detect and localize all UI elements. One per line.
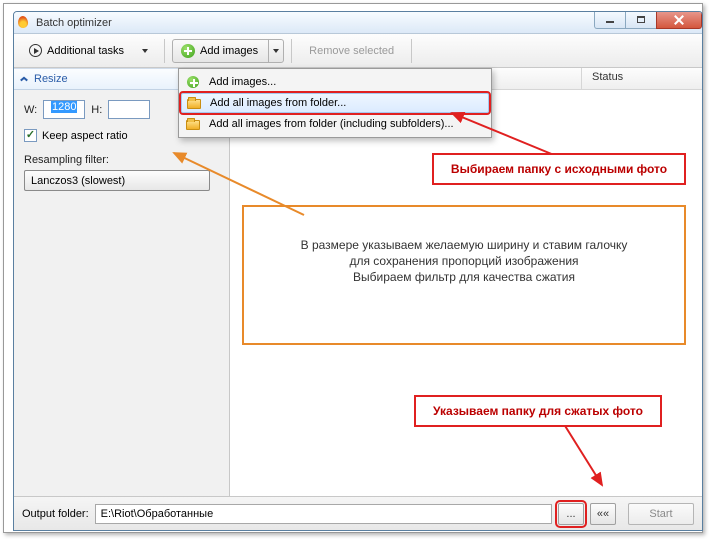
back-button[interactable]: «« — [590, 503, 616, 525]
minimize-button[interactable] — [594, 11, 626, 29]
browse-button[interactable]: ... — [558, 503, 584, 525]
folder-icon — [185, 116, 201, 132]
separator — [411, 39, 412, 63]
add-images-dropdown[interactable] — [268, 39, 284, 63]
chevron-up-icon — [20, 75, 28, 83]
width-label: W: — [24, 104, 37, 116]
output-folder-label: Output folder: — [22, 508, 89, 520]
toolbar: Additional tasks Add images Remove selec… — [14, 34, 702, 68]
add-images-button[interactable]: Add images — [172, 39, 269, 63]
chevron-down-icon — [142, 49, 148, 53]
keep-aspect-checkbox[interactable] — [24, 129, 37, 142]
play-icon — [29, 44, 42, 57]
menu-add-from-folder-recursive[interactable]: Add all images from folder (including su… — [181, 113, 489, 135]
close-button[interactable] — [656, 11, 702, 29]
window-title: Batch optimizer — [36, 17, 112, 29]
resampling-filter-label: Resampling filter: — [24, 154, 219, 166]
remove-selected-button[interactable]: Remove selected — [299, 45, 404, 57]
annotation-2: В размере указываем желаемую ширину и ст… — [244, 207, 684, 343]
folder-icon — [186, 95, 202, 111]
resampling-filter-value: Lanczos3 (slowest) — [31, 175, 125, 187]
add-images-menu: Add images... Add all images from folder… — [178, 68, 492, 138]
window: Batch optimizer Additional tasks Add ima… — [13, 11, 703, 531]
keep-aspect-label: Keep aspect ratio — [42, 130, 128, 142]
height-label: H: — [91, 104, 102, 116]
chevron-down-icon — [273, 49, 279, 53]
width-input[interactable]: 1280 — [43, 100, 85, 119]
separator — [291, 39, 292, 63]
output-folder-input[interactable]: E:\Riot\Обработанные — [95, 504, 552, 524]
annotation-1: Выбираем папку с исходными фото — [432, 153, 686, 185]
titlebar: Batch optimizer — [14, 12, 702, 34]
additional-tasks-label: Additional tasks — [47, 45, 124, 57]
menu-add-from-folder[interactable]: Add all images from folder... — [181, 93, 489, 113]
plus-icon — [181, 44, 195, 58]
annotation-3: Указываем папку для сжатых фото — [414, 395, 662, 427]
plus-icon — [185, 74, 201, 90]
screenshot-frame: Batch optimizer Additional tasks Add ima… — [3, 3, 703, 533]
additional-tasks-button[interactable]: Additional tasks — [20, 39, 157, 63]
bottom-bar: Output folder: E:\Riot\Обработанные ... … — [14, 496, 702, 530]
resampling-filter-select[interactable]: Lanczos3 (slowest) — [24, 170, 210, 191]
separator — [164, 39, 165, 63]
maximize-button[interactable] — [625, 11, 657, 29]
close-icon — [674, 15, 684, 25]
column-status[interactable]: Status — [582, 68, 702, 89]
menu-add-images[interactable]: Add images... — [181, 71, 489, 93]
start-button[interactable]: Start — [628, 503, 694, 525]
resize-label: Resize — [34, 73, 68, 85]
add-images-label: Add images — [200, 45, 258, 57]
height-input[interactable] — [108, 100, 150, 119]
app-icon — [18, 16, 32, 30]
